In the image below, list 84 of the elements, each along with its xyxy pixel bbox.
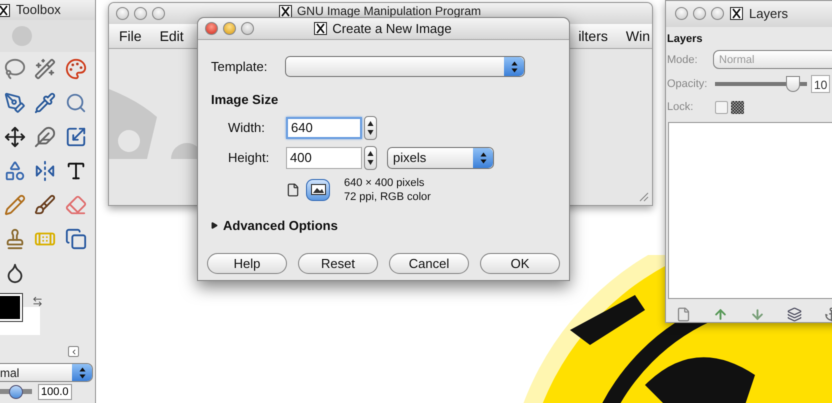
x11-icon	[278, 5, 292, 18]
lower-layer-icon[interactable]	[750, 307, 765, 322]
close-button[interactable]	[116, 7, 129, 20]
close-button[interactable]	[205, 22, 218, 35]
field-label: Width:	[228, 118, 266, 137]
field-label: Lock:	[667, 100, 694, 116]
foreground-color-swatch[interactable]	[0, 294, 22, 321]
minimize-button[interactable]	[134, 7, 147, 20]
raise-layer-icon[interactable]	[713, 307, 728, 322]
wand-icon	[34, 58, 56, 80]
portrait-toggle[interactable]	[286, 180, 300, 198]
feather-icon	[34, 126, 56, 148]
x11-icon	[0, 4, 10, 16]
menu-item[interactable]: ilters	[578, 26, 608, 46]
up-down-arrows-icon	[510, 60, 518, 72]
input-field[interactable]: 640	[286, 116, 362, 138]
x11-icon	[730, 7, 743, 20]
menu-item[interactable]: Edit	[160, 26, 184, 46]
menu-item[interactable]: File	[119, 26, 142, 46]
image-info-text: 72 ppi, RGB color	[344, 190, 431, 204]
menu-item[interactable]: Win	[626, 26, 650, 46]
lock-checkbox[interactable]	[715, 101, 728, 114]
resize-grip-icon	[638, 191, 649, 202]
window-title: Create a New Image	[332, 20, 452, 38]
circle-decoration-drawing	[12, 26, 32, 46]
unit-dropdown[interactable]: pixels	[387, 146, 494, 168]
x11-icon	[314, 22, 328, 35]
mode-dropdown[interactable]: mal	[0, 363, 93, 382]
field-label: Template:	[211, 58, 268, 76]
dialog-button[interactable]: Help	[207, 253, 287, 274]
landscape-toggle[interactable]	[306, 178, 330, 200]
template-dropdown[interactable]	[285, 56, 525, 77]
zoom-button[interactable]	[152, 7, 165, 20]
copy-icon	[64, 228, 87, 250]
alpha-lock-icon	[731, 101, 744, 114]
eraser-icon	[64, 194, 87, 216]
minimize-button[interactable]	[223, 22, 236, 35]
new-layer-icon[interactable]	[676, 307, 691, 322]
advanced-options-expander[interactable]: Advanced Options	[211, 216, 569, 235]
stepper[interactable]	[364, 146, 377, 170]
opacity-field[interactable]: 100.0	[38, 384, 72, 400]
window-title: Layers	[749, 5, 788, 24]
collapse-button[interactable]	[68, 346, 79, 357]
field-label: Height:	[228, 148, 270, 167]
up-down-arrows-icon	[367, 120, 374, 136]
zoom-button[interactable]	[241, 22, 254, 35]
pencil-icon	[4, 194, 26, 216]
flip-icon	[34, 160, 56, 182]
zoom-button[interactable]	[711, 7, 724, 20]
move-icon	[4, 126, 26, 148]
palette-icon	[64, 58, 87, 80]
scaling-icon	[64, 126, 87, 148]
swap-arrows-icon	[32, 296, 43, 307]
stepper[interactable]	[364, 116, 377, 140]
up-down-arrows-icon	[78, 366, 86, 378]
field-label: Mode:	[667, 52, 699, 68]
image-info-text: 640 × 400 pixels	[344, 176, 426, 190]
window-title: Toolbox	[16, 1, 61, 20]
opacity-field[interactable]: 10	[811, 75, 830, 94]
stamp-icon	[4, 228, 26, 250]
up-down-arrows-icon	[480, 152, 486, 164]
landscape-picture-icon	[310, 184, 326, 195]
lasso-icon	[4, 58, 26, 80]
field-label: Opacity:	[667, 77, 708, 92]
slider-thumb[interactable]	[786, 76, 800, 92]
portrait-page-icon	[286, 182, 300, 196]
minimize-button[interactable]	[693, 7, 706, 20]
panel-heading: Layers	[667, 32, 704, 47]
dialog-button[interactable]: Cancel	[389, 253, 469, 274]
window-title: GNU Image Manipulation Program	[296, 5, 482, 18]
disclosure-triangle-icon	[211, 222, 218, 229]
slider-thumb[interactable]	[8, 385, 23, 399]
brush-icon	[34, 194, 56, 216]
shapes-icon	[4, 160, 26, 182]
pen-tool-icon	[4, 92, 26, 114]
section-heading: Image Size	[211, 91, 280, 109]
dialog-button[interactable]: Reset	[298, 253, 378, 274]
input-field[interactable]: 400	[286, 146, 362, 168]
pipette-icon	[34, 92, 56, 114]
up-down-arrows-icon	[367, 150, 374, 166]
close-button[interactable]	[675, 7, 688, 20]
magnifier-icon	[64, 92, 87, 114]
dialog-button[interactable]: OK	[480, 253, 560, 274]
duplicate-layer-icon[interactable]	[787, 307, 802, 322]
